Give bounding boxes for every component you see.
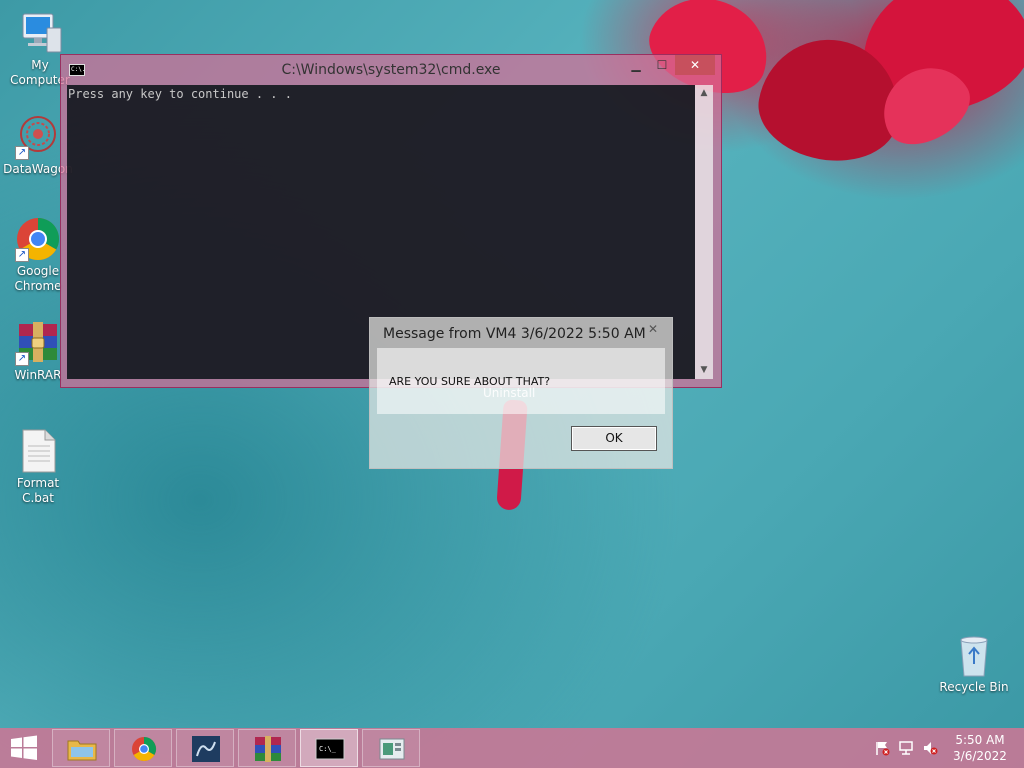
taskbar-winrar[interactable] <box>238 729 296 767</box>
maximize-button[interactable]: ☐ <box>649 55 675 75</box>
taskbar-control-panel[interactable] <box>362 729 420 767</box>
taskbar: C:\_ 5:50 AM 3/6/2022 <box>0 728 1024 768</box>
dialog-title: Message from VM4 3/6/2022 5:50 AM <box>383 326 646 342</box>
speaker-muted-icon[interactable] <box>922 740 938 756</box>
cmd-icon: C:\_ <box>315 736 345 762</box>
desktop-icon-label: Format C.bat <box>16 476 60 505</box>
winrar-icon <box>253 736 283 762</box>
dialog-close-button[interactable]: ✕ <box>638 320 668 338</box>
dialog-message-area: ARE YOU SURE ABOUT THAT? Uninstall <box>377 348 665 414</box>
datawagon-icon <box>191 736 221 762</box>
scroll-down-icon[interactable]: ▼ <box>695 362 713 379</box>
taskbar-datawagon[interactable] <box>176 729 234 767</box>
datawagon-icon: ↗ <box>15 114 61 160</box>
cmd-window-title: C:\Windows\system32\cmd.exe <box>281 62 501 78</box>
clock-date: 3/6/2022 <box>953 749 1007 763</box>
cmd-icon-text: C:\_ <box>319 745 337 753</box>
start-button[interactable] <box>8 734 40 762</box>
taskbar-google-chrome[interactable] <box>114 729 172 767</box>
winrar-icon: ↗ <box>15 320 61 366</box>
chrome-icon <box>129 736 159 762</box>
minimize-button[interactable]: ▁ <box>623 55 649 75</box>
network-icon[interactable] <box>898 740 914 756</box>
action-center-flag-icon[interactable] <box>874 740 890 756</box>
system-clock[interactable]: 5:50 AM 3/6/2022 <box>948 732 1012 764</box>
shortcut-arrow-icon: ↗ <box>15 248 29 262</box>
message-dialog[interactable]: Message from VM4 3/6/2022 5:50 AM ✕ ARE … <box>369 317 673 469</box>
control-panel-icon <box>377 736 407 762</box>
windows-logo-icon <box>11 735 37 760</box>
desktop-icon-label: Recycle Bin <box>939 680 1009 694</box>
clock-time: 5:50 AM <box>955 733 1005 747</box>
taskbar-command-prompt[interactable]: C:\_ <box>300 729 358 767</box>
shortcut-arrow-icon: ↗ <box>15 352 29 366</box>
folder-icon <box>67 736 97 762</box>
close-button[interactable]: ✕ <box>675 55 715 75</box>
taskbar-file-explorer[interactable] <box>52 729 110 767</box>
ghost-uninstall-text: Uninstall <box>483 386 536 400</box>
computer-icon <box>17 10 63 56</box>
chrome-icon: ↗ <box>15 216 61 262</box>
batch-file-icon <box>15 428 61 474</box>
scroll-up-icon[interactable]: ▲ <box>695 85 713 102</box>
cmd-output: Press any key to continue . . . <box>68 87 292 101</box>
cmd-scrollbar[interactable]: ▲ ▼ <box>695 85 713 379</box>
ok-button[interactable]: OK <box>571 426 657 451</box>
shortcut-arrow-icon: ↗ <box>15 146 29 160</box>
desktop-icon-format-c-bat[interactable]: Format C.bat <box>0 428 76 506</box>
desktop-icon-recycle-bin[interactable]: Recycle Bin <box>936 632 1012 695</box>
recycle-bin-icon <box>951 632 997 678</box>
